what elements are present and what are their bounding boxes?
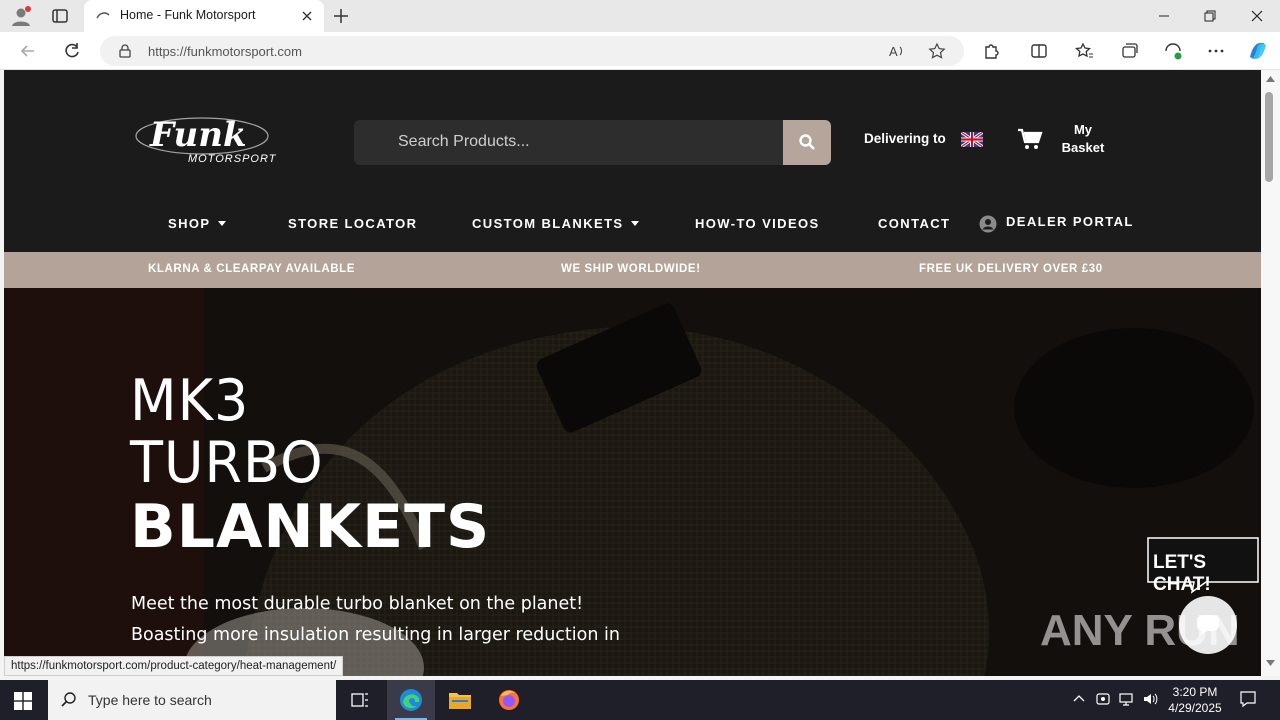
chevron-down-icon[interactable] [218,221,227,226]
tab-title: Home - Funk Motorsport [120,8,256,22]
more-options-icon[interactable] [1206,41,1226,61]
search-button[interactable] [783,120,831,165]
folder-icon [449,693,471,709]
firefox-icon [499,690,519,710]
nav-store-locator[interactable]: STORE LOCATOR [288,216,417,231]
edge-icon [400,689,422,711]
hero-title-line2: TURBO [130,429,324,496]
basket-label-2[interactable]: Basket [1057,139,1109,157]
browser-essentials-icon[interactable] [1163,41,1183,61]
new-tab-icon[interactable] [332,7,350,25]
site-header: Funk MOTORSPORT Search Products... Deliv… [4,70,1261,252]
nav-dealer-portal[interactable]: DEALER PORTAL [1006,214,1134,229]
clock-date[interactable]: 4/29/2025 [1162,700,1228,716]
hero-description-1: Meet the most durable turbo blanket on t… [131,594,584,614]
file-explorer-taskbar-app[interactable] [436,680,484,720]
minimize-icon[interactable] [1156,8,1172,24]
status-bar-url: https://funkmotorsport.com/product-categ… [4,656,344,676]
search-icon [61,692,76,707]
delivering-to-label[interactable]: Delivering to [864,131,946,146]
clock-time[interactable]: 3:20 PM [1162,684,1228,700]
close-tab-icon[interactable] [300,9,314,23]
nav-custom-blankets-label[interactable]: CUSTOM BLANKETS [472,216,623,231]
browser-tab-bar: Home - Funk Motorsport [0,0,1280,32]
meet-now-icon[interactable] [1095,691,1111,707]
chevron-up-icon[interactable] [1071,691,1087,707]
promo-worldwide: WE SHIP WORLDWIDE! [561,263,701,275]
back-icon[interactable] [18,41,38,61]
lock-icon[interactable] [118,44,132,58]
profile-icon[interactable] [10,5,32,27]
promo-free-delivery: FREE UK DELIVERY OVER £30 [919,263,1103,275]
funk-motorsport-logo[interactable]: Funk MOTORSPORT [132,112,278,166]
address-toolbar: https://funkmotorsport.com A [0,32,1280,70]
search-icon [799,134,815,150]
nav-howto-videos[interactable]: HOW-TO VIDEOS [695,216,820,231]
logo-text: Funk [149,115,247,155]
search-placeholder[interactable]: Search Products... [398,133,530,151]
nav-shop-label[interactable]: SHOP [168,216,210,231]
product-search[interactable]: Search Products... [354,120,831,165]
basket-label-1[interactable]: My [1057,121,1109,139]
notifications-icon[interactable] [1239,690,1257,708]
network-icon[interactable] [1118,691,1134,707]
shopping-cart-icon[interactable] [1017,128,1043,150]
scroll-up-icon[interactable] [1266,76,1275,82]
restore-icon[interactable] [1202,8,1218,24]
hero-description-2: Boasting more insulation resulting in la… [131,625,620,645]
edge-taskbar-app[interactable] [387,680,435,720]
windows-taskbar: Type here to search 3:20 PM 4/29/2025 [0,680,1280,720]
user-account-icon[interactable] [979,215,997,233]
task-view-icon [351,693,368,707]
hero-title-line1: MK3 [130,367,250,434]
chat-label[interactable]: LET'S CHAT! [1153,552,1261,596]
promo-klarna: KLARNA & CLEARPAY AVAILABLE [148,263,356,275]
anyrun-watermark: ANY RUN [1040,606,1240,655]
url-text[interactable]: https://funkmotorsport.com [148,44,302,59]
nav-custom-blankets[interactable]: CUSTOM BLANKETS [472,216,640,231]
promo-strip: KLARNA & CLEARPAY AVAILABLE WE SHIP WORL… [4,252,1261,288]
scrollbar-thumb[interactable] [1265,92,1273,182]
my-basket-link[interactable]: My Basket [1057,121,1109,157]
task-view-button[interactable] [336,680,384,720]
taskbar-search[interactable]: Type here to search [48,680,336,720]
page-scrollbar[interactable] [1261,70,1280,676]
site-favicon-icon [96,12,110,19]
volume-icon[interactable] [1142,691,1158,707]
close-window-icon[interactable] [1249,8,1265,24]
tab-home-funk[interactable]: Home - Funk Motorsport [84,0,324,32]
taskbar-clock[interactable]: 3:20 PM 4/29/2025 [1162,684,1228,716]
favorite-star-icon[interactable] [928,42,946,60]
nav-contact[interactable]: CONTACT [878,216,950,231]
read-aloud-icon[interactable]: A [888,42,906,60]
page-viewport: Funk MOTORSPORT Search Products... Deliv… [4,70,1261,676]
scroll-down-icon[interactable] [1266,660,1275,666]
svg-text:A: A [889,44,898,59]
chevron-down-icon[interactable] [631,221,640,226]
hero-title-line3: BLANKETS [130,492,491,562]
logo-subtext: MOTORSPORT [188,153,277,165]
firefox-taskbar-app[interactable] [485,680,533,720]
windows-start-icon[interactable] [14,692,32,710]
tab-actions-icon[interactable] [50,6,70,26]
url-field[interactable]: https://funkmotorsport.com A [100,36,964,66]
collections-icon[interactable] [1119,41,1139,61]
uk-flag-icon[interactable] [961,132,983,147]
split-screen-icon[interactable] [1029,41,1049,61]
favorites-icon[interactable] [1074,41,1094,61]
nav-shop[interactable]: SHOP [168,216,227,231]
refresh-icon[interactable] [62,41,82,61]
copilot-icon[interactable] [1246,39,1270,63]
taskbar-search-text[interactable]: Type here to search [88,692,212,708]
extensions-icon[interactable] [981,41,1001,61]
